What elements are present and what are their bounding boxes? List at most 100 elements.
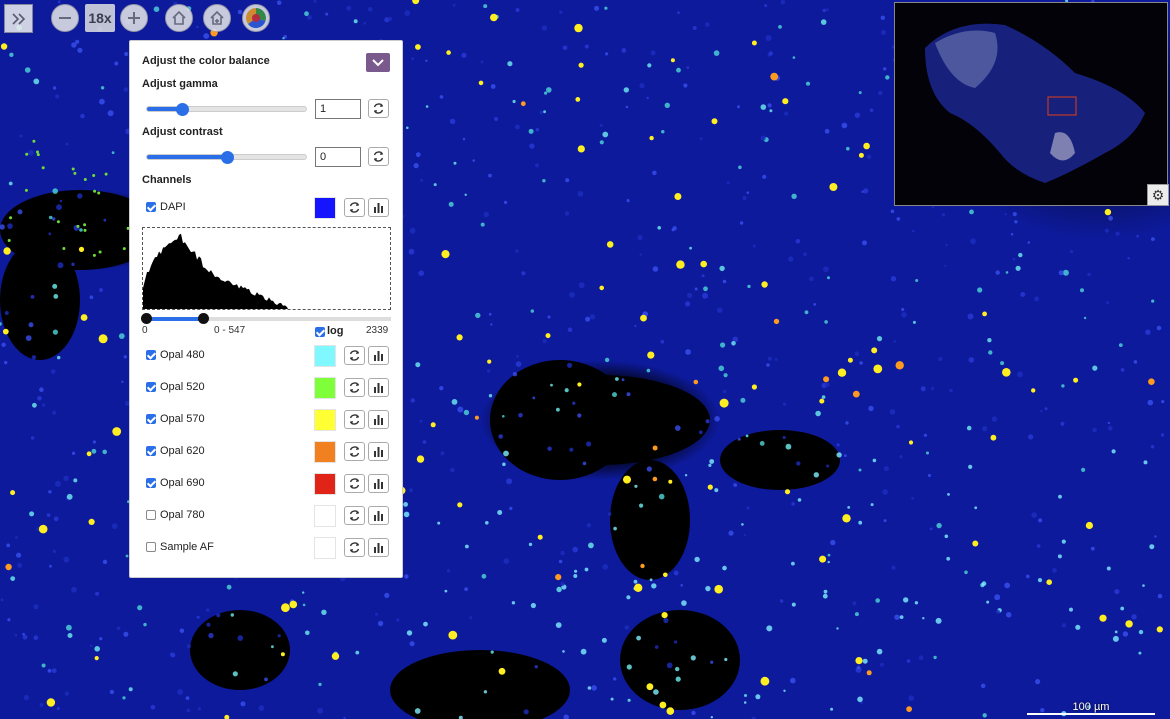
zoom-in-button[interactable] [120,4,148,32]
channel-color-swatch-opal-690[interactable] [314,473,336,495]
cell-dot [52,284,57,289]
channel-reset-button-dapi[interactable] [344,198,365,217]
channel-checkbox-sample-af[interactable] [146,542,156,552]
green-cell [37,153,40,156]
marker-cell [991,435,997,441]
channel-histogram-button-dapi[interactable] [368,198,389,217]
channel-color-swatch-dapi[interactable] [314,197,336,219]
cell-dot [738,166,742,170]
cell-dot [516,361,522,367]
minimap-settings-button[interactable]: ⚙ [1147,184,1169,206]
cell-dot [278,634,281,637]
channel-reset-button-opal-480[interactable] [344,346,365,365]
contrast-slider[interactable] [146,154,307,160]
channel-histogram-button-opal-570[interactable] [368,410,389,429]
range-low-handle[interactable] [141,313,152,324]
cell-dot [706,419,710,423]
cell-dot [847,506,850,509]
cell-dot [626,595,630,599]
contrast-reset-button[interactable] [368,147,389,166]
cell-dot [585,317,590,322]
cell-dot [901,312,907,318]
cell-dot [657,226,661,230]
channel-checkbox-opal-620[interactable] [146,446,156,456]
zoom-out-button[interactable] [51,4,79,32]
marker-cell [224,715,229,719]
channel-reset-button-opal-620[interactable] [344,442,365,461]
cell-dot [663,618,668,623]
fit-button[interactable] [203,4,231,32]
channel-checkbox-opal-570[interactable] [146,414,156,424]
marker-cell [855,657,862,664]
channel-reset-button-opal-690[interactable] [344,474,365,493]
home-button[interactable] [165,4,193,32]
channel-reset-button-opal-780[interactable] [344,506,365,525]
marker-cell [752,384,757,389]
green-cell [73,172,76,175]
cell-dot [396,618,399,621]
contrast-slider-handle[interactable] [221,151,234,164]
marker-cell [607,241,614,248]
channel-color-swatch-opal-520[interactable] [314,377,336,399]
cell-dot [1004,213,1006,215]
channel-checkbox-opal-520[interactable] [146,382,156,392]
marker-cell [79,247,84,252]
collapse-panel-button[interactable] [366,53,390,72]
cell-dot [880,663,884,667]
navigator-minimap[interactable] [894,2,1168,206]
channel-histogram-button-opal-690[interactable] [368,474,389,493]
gamma-reset-button[interactable] [368,99,389,118]
cell-dot [513,100,516,103]
cell-dot [824,590,828,594]
cell-dot [314,0,317,3]
channel-checkbox-opal-480[interactable] [146,350,156,360]
channel-histogram-button-opal-780[interactable] [368,506,389,525]
cell-dot [1038,518,1042,522]
channel-color-swatch-opal-620[interactable] [314,441,336,463]
cell-dot [676,677,681,682]
channel-checkbox-dapi[interactable] [146,202,156,212]
histogram-min-label: 0 [142,325,148,336]
range-high-handle[interactable] [198,313,209,324]
channel-histogram-button-opal-480[interactable] [368,346,389,365]
cell-dot [1061,384,1064,387]
expand-sidebar-button[interactable] [4,4,33,33]
cell-dot [814,472,819,477]
cell-dot [509,507,512,510]
cell-dot [836,452,841,457]
marker-cell [3,247,10,254]
channel-color-swatch-opal-780[interactable] [314,505,336,527]
channel-checkbox-opal-780[interactable] [146,510,156,520]
channel-reset-button-opal-520[interactable] [344,378,365,397]
dapi-histogram[interactable] [142,227,391,310]
cell-dot [675,425,681,431]
cell-dot [563,46,568,51]
channel-histogram-button-opal-520[interactable] [368,378,389,397]
cell-dot [411,398,415,402]
histogram-range-slider[interactable] [146,317,391,321]
channel-histogram-button-sample-af[interactable] [368,538,389,557]
cell-dot [112,523,118,529]
channel-color-swatch-sample-af[interactable] [314,537,336,559]
cell-dot [605,52,608,55]
gamma-input[interactable]: 1 [315,99,361,119]
green-cell [84,229,87,232]
gamma-slider-handle[interactable] [176,103,189,116]
channel-reset-button-sample-af[interactable] [344,538,365,557]
cell-dot [806,82,810,86]
cell-dot [896,425,899,428]
channel-histogram-button-opal-620[interactable] [368,442,389,461]
marker-cell [99,334,108,343]
cell-dot [302,591,304,593]
channel-color-swatch-opal-570[interactable] [314,409,336,431]
log-scale-checkbox[interactable] [315,327,325,337]
channel-checkbox-opal-690[interactable] [146,478,156,488]
channel-color-swatch-opal-480[interactable] [314,345,336,367]
channel-reset-button-opal-570[interactable] [344,410,365,429]
color-balance-button[interactable] [242,4,270,32]
cell-dot [775,358,778,361]
cell-dot [529,143,534,148]
marker-cell [634,584,642,592]
gamma-slider[interactable] [146,106,307,112]
contrast-input[interactable]: 0 [315,147,361,167]
